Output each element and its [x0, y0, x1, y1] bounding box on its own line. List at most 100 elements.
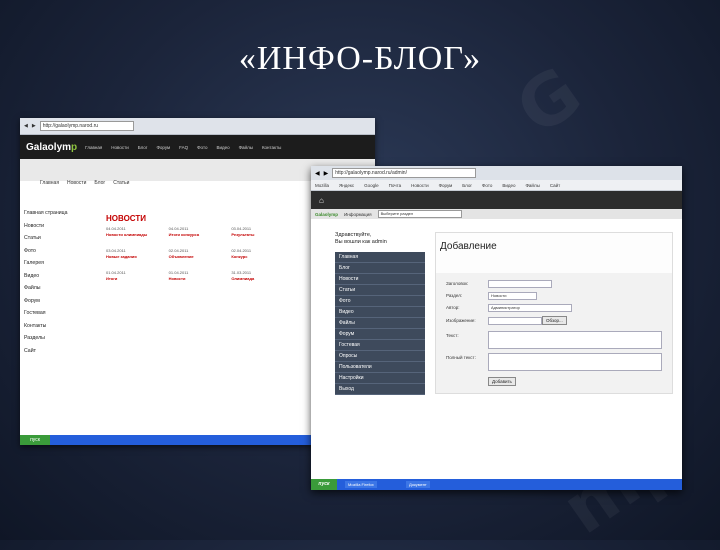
news-title[interactable]: Олимпиада: [231, 276, 286, 281]
breadcrumb-item[interactable]: Главная: [40, 180, 59, 186]
title-input[interactable]: [488, 280, 552, 288]
submit-button[interactable]: Добавить: [488, 377, 516, 386]
sidebar-link[interactable]: Гостевая: [24, 310, 90, 316]
screenshot-admin-panel: ◀ ▶ http://galaolymp.narod.ru/admin/ Moz…: [311, 166, 682, 490]
admin-nav: Главная Блог Новости Статьи Фото Видео Ф…: [335, 252, 425, 395]
sidebar-link[interactable]: Фото: [24, 248, 90, 254]
nav-item[interactable]: Новости: [335, 274, 425, 285]
back-icon[interactable]: ◀: [24, 123, 28, 129]
bookmark[interactable]: Новости: [411, 183, 428, 188]
menu-item[interactable]: Файлы: [239, 145, 253, 150]
taskbar: пуск Mozilla Firefox Документ: [311, 479, 682, 490]
nav-item[interactable]: Главная: [335, 252, 425, 263]
menu-item[interactable]: Главная: [85, 145, 102, 150]
admin-logo[interactable]: Galaolymp: [315, 212, 338, 217]
news-card[interactable]: 01.04.2011 Итоги: [106, 270, 161, 282]
news-title[interactable]: Конкурс: [231, 254, 286, 259]
text-editor[interactable]: [488, 331, 662, 349]
sidebar-link[interactable]: Статьи: [24, 235, 90, 241]
nav-item[interactable]: Опросы: [335, 351, 425, 362]
news-card[interactable]: 01.04.2011 Новости: [169, 270, 224, 282]
bookmark[interactable]: Яндекс: [339, 183, 354, 188]
news-title[interactable]: Новости: [169, 276, 224, 281]
news-title[interactable]: Итоги конкурса: [169, 232, 224, 237]
author-label: Автор:: [446, 305, 460, 310]
news-card[interactable]: 02.04.2011 Конкурс: [231, 248, 286, 260]
start-button[interactable]: пуск: [20, 435, 50, 445]
news-date: 01.04.2011: [106, 270, 126, 275]
news-title[interactable]: Новости олимпиады: [106, 232, 161, 237]
menu-item[interactable]: Новости: [111, 145, 128, 150]
back-icon[interactable]: ◀: [315, 170, 320, 177]
site-sidebar: Главная страница Новости Статьи Фото Гал…: [24, 210, 90, 360]
news-card[interactable]: 03.04.2011 Результаты: [231, 226, 286, 238]
browse-button[interactable]: Обзор...: [542, 316, 567, 325]
news-card[interactable]: 04.04.2011 Итоги конкурса: [169, 226, 224, 238]
menu-item[interactable]: Форум: [156, 145, 170, 150]
address-bar[interactable]: http://galaolymp.narod.ru: [39, 121, 134, 131]
nav-item[interactable]: Пользователи: [335, 362, 425, 373]
news-card[interactable]: 04.04.2011 Новости олимпиады: [106, 226, 161, 238]
nav-item[interactable]: Блог: [335, 263, 425, 274]
menu-item[interactable]: Видео: [216, 145, 229, 150]
news-title[interactable]: Объявление: [169, 254, 224, 259]
sidebar-link[interactable]: Контакты: [24, 323, 90, 329]
news-title[interactable]: Новые задания: [106, 254, 161, 259]
news-date: 31.03.2011: [231, 270, 252, 275]
sidebar-link[interactable]: Видео: [24, 273, 90, 279]
sidebar-link[interactable]: Сайт: [24, 348, 90, 354]
news-date: 03.04.2011: [106, 248, 126, 253]
nav-item[interactable]: Форум: [335, 329, 425, 340]
full-text-editor[interactable]: [488, 353, 662, 371]
bookmark[interactable]: Форум: [439, 183, 453, 188]
sidebar-link[interactable]: Главная страница: [24, 210, 90, 216]
nav-item[interactable]: Настройки: [335, 373, 425, 384]
nav-item[interactable]: Выход: [335, 384, 425, 395]
sidebar-link[interactable]: Галерея: [24, 260, 90, 266]
bookmark[interactable]: Видео: [502, 183, 515, 188]
forward-icon[interactable]: ▶: [324, 170, 329, 177]
category-label: Раздел:: [446, 293, 463, 298]
bookmark[interactable]: Почта: [389, 183, 402, 188]
taskbar-item[interactable]: Документ: [406, 481, 430, 488]
news-title[interactable]: Итоги: [106, 276, 161, 281]
news-card[interactable]: 31.03.2011 Олимпиада: [231, 270, 286, 282]
address-bar[interactable]: http://galaolymp.narod.ru/admin/: [332, 168, 477, 178]
nav-item[interactable]: Файлы: [335, 318, 425, 329]
site-menu: Главная Новости Блог Форум FAQ Фото Виде…: [85, 145, 281, 150]
home-icon[interactable]: ⌂: [319, 196, 324, 205]
site-logo[interactable]: Galaolymp: [26, 142, 77, 153]
breadcrumb-item[interactable]: Блог: [94, 180, 105, 186]
section-select[interactable]: Выберите раздел: [377, 210, 462, 218]
bookmark[interactable]: Google: [364, 183, 379, 188]
bookmark[interactable]: Файлы: [526, 183, 540, 188]
bookmark[interactable]: Блог: [462, 183, 472, 188]
image-file-input[interactable]: [488, 317, 542, 325]
menu-item[interactable]: FAQ: [179, 145, 188, 150]
category-select[interactable]: Новости: [488, 292, 537, 300]
bookmark[interactable]: Сайт: [550, 183, 560, 188]
author-select[interactable]: Администратор: [488, 304, 572, 312]
sidebar-link[interactable]: Форум: [24, 298, 90, 304]
bookmark[interactable]: Фото: [482, 183, 492, 188]
menu-item[interactable]: Блог: [138, 145, 148, 150]
breadcrumb-item[interactable]: Статьи: [113, 180, 129, 186]
nav-item[interactable]: Статьи: [335, 285, 425, 296]
news-card[interactable]: 02.04.2011 Объявление: [169, 248, 224, 260]
breadcrumb-item[interactable]: Новости: [67, 180, 86, 186]
nav-item[interactable]: Гостевая: [335, 340, 425, 351]
menu-item[interactable]: Контакты: [262, 145, 281, 150]
nav-item[interactable]: Фото: [335, 296, 425, 307]
menu-item[interactable]: Фото: [197, 145, 207, 150]
sidebar-link[interactable]: Новости: [24, 223, 90, 229]
news-title[interactable]: Результаты: [231, 232, 286, 237]
nav-item[interactable]: Видео: [335, 307, 425, 318]
taskbar-item[interactable]: Mozilla Firefox: [345, 481, 377, 488]
sidebar-link[interactable]: Разделы: [24, 335, 90, 341]
bookmark[interactable]: Mozilla: [315, 183, 329, 188]
forward-icon[interactable]: ▶: [32, 123, 36, 129]
sidebar-link[interactable]: Файлы: [24, 285, 90, 291]
breadcrumb: Главная Новости Блог Статьи: [40, 180, 129, 186]
news-card[interactable]: 03.04.2011 Новые задания: [106, 248, 161, 260]
start-button[interactable]: пуск: [311, 479, 337, 490]
